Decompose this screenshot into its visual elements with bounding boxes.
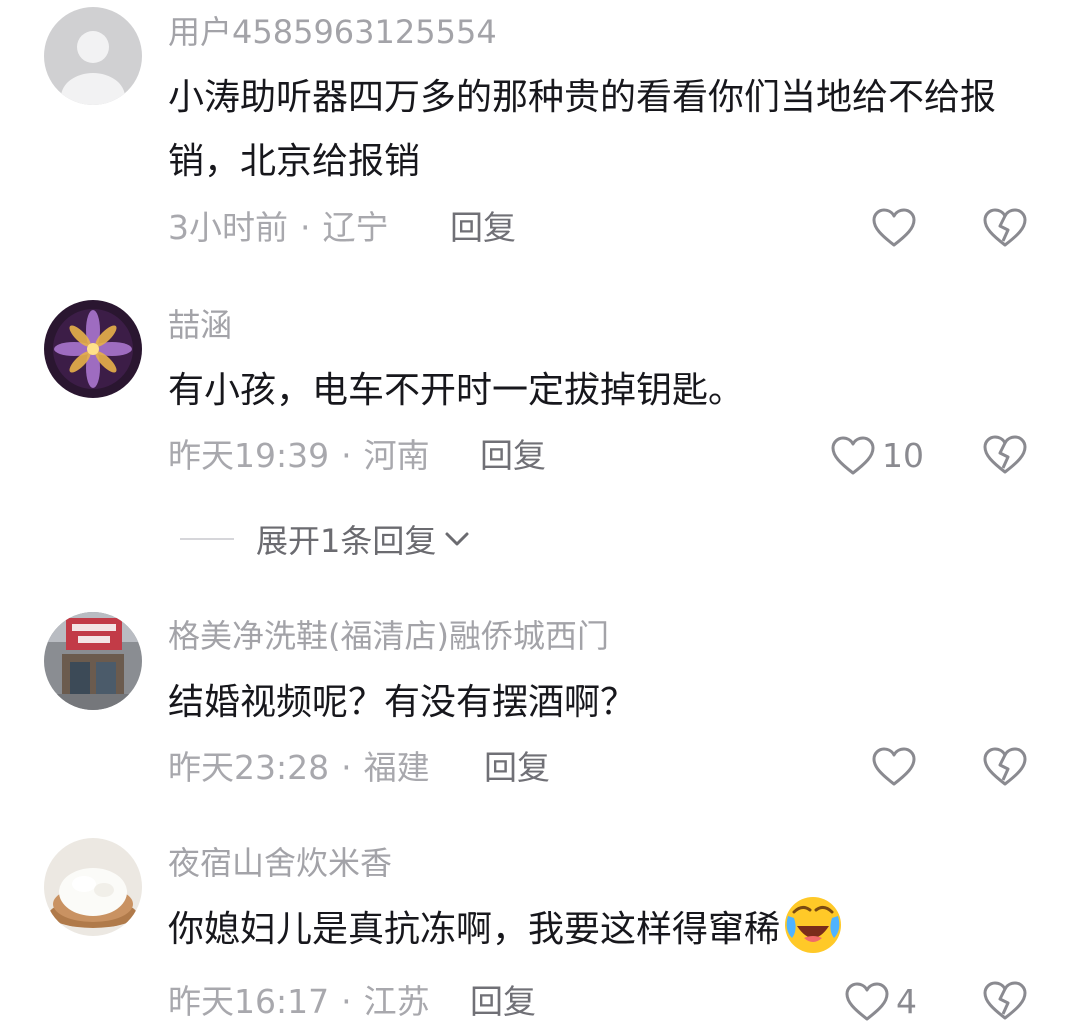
like-button[interactable]: 10 — [830, 434, 924, 478]
username[interactable]: 用户4585963125554 — [168, 12, 497, 52]
separator: · — [341, 748, 352, 787]
comment-time: 昨天16:17 — [168, 982, 330, 1021]
comment-meta: 昨天16:17 · 江苏 — [168, 980, 430, 1024]
like-button[interactable] — [871, 207, 917, 249]
reply-button[interactable]: 回复 — [470, 980, 536, 1024]
heart-outline-icon — [872, 208, 916, 247]
heart-outline-icon — [872, 747, 916, 786]
like-button[interactable]: 4 — [844, 980, 917, 1024]
like-count: 4 — [896, 982, 917, 1021]
comment-time: 昨天19:39 — [168, 436, 330, 475]
username[interactable]: 夜宿山舍炊米香 — [168, 843, 392, 883]
comment-time: 昨天23:28 — [168, 748, 330, 787]
divider — [180, 538, 234, 540]
comment-text: 结婚视频呢？有没有摆酒啊？ — [168, 682, 637, 723]
comment-region: 河南 — [363, 436, 430, 475]
dislike-button[interactable] — [982, 980, 1028, 1022]
reply-button[interactable]: 回复 — [484, 746, 550, 790]
separator: · — [341, 436, 352, 475]
like-button[interactable] — [871, 746, 917, 788]
comment-time: 3小时前 — [168, 208, 288, 247]
broken-heart-icon — [983, 747, 1027, 786]
reply-button[interactable]: 回复 — [480, 434, 546, 478]
laughing-crying-emoji-icon — [785, 897, 842, 953]
reply-button[interactable]: 回复 — [450, 206, 516, 250]
comment-region: 福建 — [363, 748, 430, 787]
dislike-button[interactable] — [982, 207, 1028, 249]
separator: · — [341, 982, 352, 1021]
comment-text: 有小孩，电车不开时一定拔掉钥匙。 — [168, 370, 745, 411]
comment-meta: 3小时前 · 辽宁 — [168, 206, 389, 250]
expand-replies-button[interactable]: 展开1条回复 — [180, 516, 472, 562]
comment-meta: 昨天19:39 · 河南 — [168, 434, 430, 478]
comment-text: 你媳妇儿是真抗冻啊，我要这样得窜稀 — [168, 897, 1048, 962]
broken-heart-icon — [983, 208, 1027, 247]
broken-heart-icon — [983, 435, 1027, 474]
avatar[interactable] — [44, 612, 142, 710]
username[interactable]: 格美净洗鞋(福清店)融侨城西门 — [168, 616, 609, 656]
heart-outline-icon — [845, 982, 889, 1021]
expand-replies-label: 展开1条回复 — [256, 522, 437, 560]
username[interactable]: 喆涵 — [168, 305, 232, 345]
comment-region: 江苏 — [363, 982, 430, 1021]
comment-region: 辽宁 — [322, 208, 389, 247]
heart-outline-icon — [831, 436, 875, 475]
chevron-down-icon — [445, 532, 469, 546]
comment-meta: 昨天23:28 · 福建 — [168, 746, 430, 790]
avatar[interactable] — [44, 300, 142, 398]
broken-heart-icon — [983, 981, 1027, 1020]
like-count: 10 — [882, 436, 924, 475]
dislike-button[interactable] — [982, 746, 1028, 788]
avatar[interactable] — [44, 838, 142, 936]
comment-text: 小涛助听器四万多的那种贵的看看你们当地给不给报销，北京给报销 — [168, 77, 997, 182]
comment-text-content: 你媳妇儿是真抗冻啊，我要这样得窜稀 — [168, 909, 781, 950]
avatar[interactable] — [44, 7, 142, 105]
separator: · — [300, 208, 311, 247]
dislike-button[interactable] — [982, 434, 1028, 476]
